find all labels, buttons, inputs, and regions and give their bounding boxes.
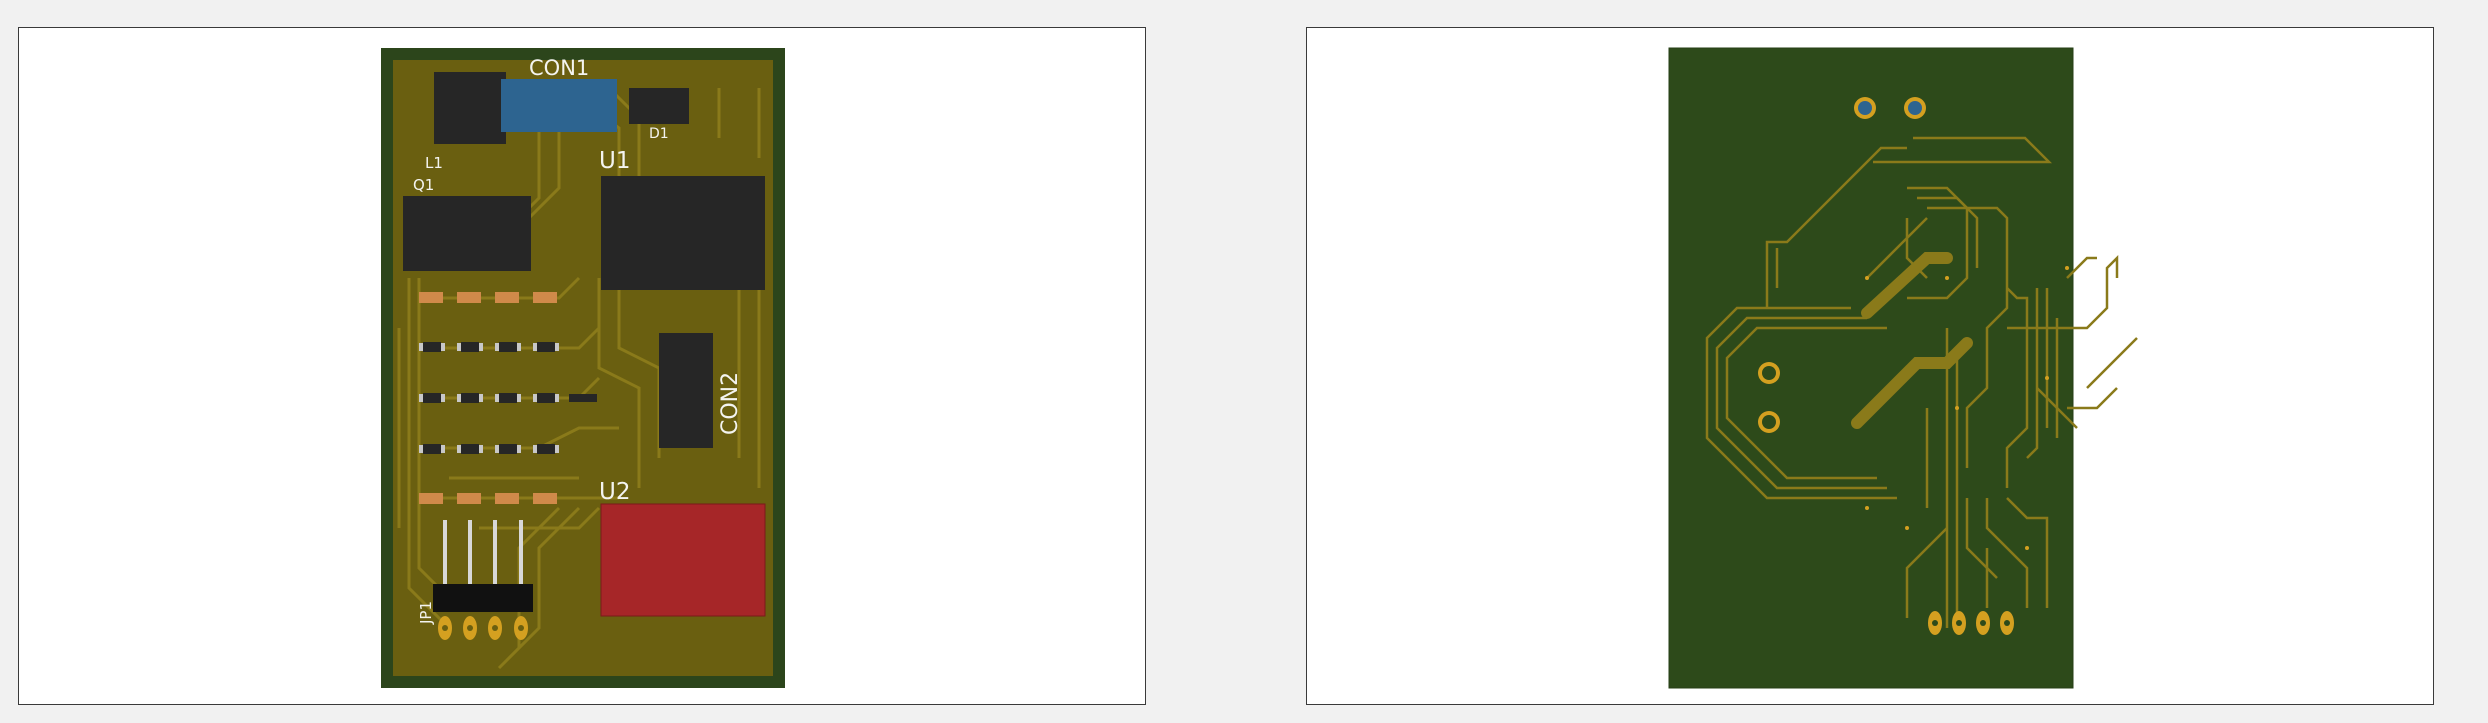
con2-connector-body [659,333,713,448]
pcb-top-view: CON1 D1 L1 Q1 U1 U2 CON2 JP1 [381,48,785,688]
label-d1: D1 [649,126,669,142]
label-con2: CON2 [718,372,743,435]
u1-ic-body [601,176,765,290]
label-u2: U2 [599,479,630,505]
con1-connector-body [501,79,617,132]
d1-diode-body [629,88,689,124]
label-jp1: JP1 [417,601,435,625]
pcb-bottom-view [1668,47,2138,689]
label-q1: Q1 [413,176,434,194]
u2-relay-body [600,503,766,617]
q1-transistor-body [403,196,531,271]
label-u1: U1 [599,148,630,174]
label-l1: L1 [425,154,443,172]
l1-inductor-body [434,72,506,144]
pcb-board-bottom [1668,47,2074,689]
bottom-view-panel [1306,27,2434,705]
label-con1: CON1 [529,56,589,80]
top-view-panel: CON1 D1 L1 Q1 U1 U2 CON2 JP1 [18,27,1146,705]
